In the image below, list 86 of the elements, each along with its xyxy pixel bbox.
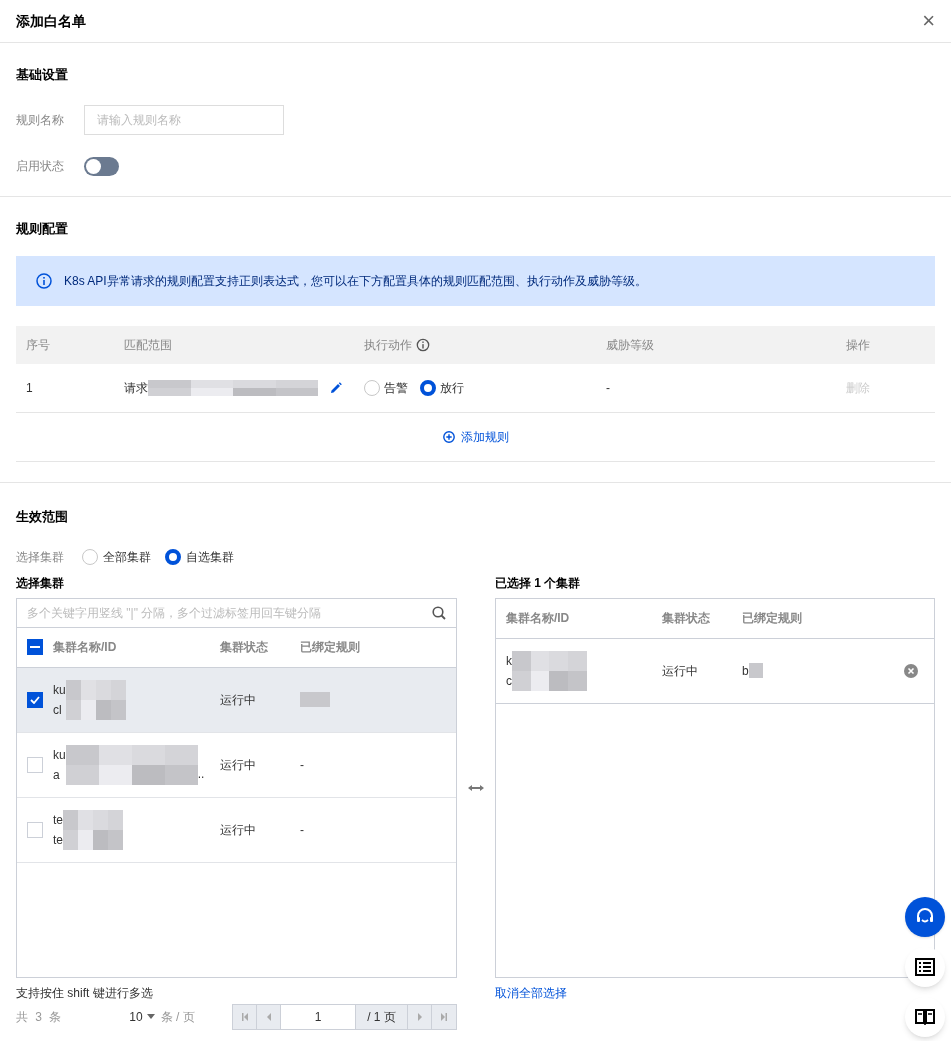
cluster-name: ku xyxy=(53,681,66,699)
radio[interactable] xyxy=(420,380,436,396)
redaction-drawing xyxy=(65,679,126,720)
column-header: 匹配范围 xyxy=(124,337,172,354)
table-row[interactable]: ku a .. 运行中 - xyxy=(17,732,456,798)
table-row[interactable]: ku cl 运行中 xyxy=(17,667,456,733)
table-cell-text: b xyxy=(741,662,749,680)
info-icon xyxy=(36,273,52,289)
toggle-switch[interactable] xyxy=(84,156,119,176)
page-input[interactable]: 1 xyxy=(281,1004,356,1029)
cluster-id: cl xyxy=(53,701,63,719)
list-button[interactable] xyxy=(905,947,945,987)
table-cell: - xyxy=(300,757,304,772)
add-icon[interactable] xyxy=(442,431,455,443)
table-row[interactable]: te te 运行中 - xyxy=(17,797,456,863)
clear-selection-link[interactable]: 取消全部选择 xyxy=(494,983,567,1002)
first-page-icon xyxy=(240,1012,249,1021)
redaction-drawing xyxy=(748,663,763,678)
table-cell: 运行中 xyxy=(220,692,256,707)
add-rule-button[interactable]: 添加规则 xyxy=(442,428,509,446)
book-icon xyxy=(915,1008,935,1026)
search-field[interactable]: 多个关键字用竖线 "|" 分隔，多个过滤标签用回车键分隔 xyxy=(27,598,432,627)
table-cell-text: .. xyxy=(197,765,205,783)
cluster-name: te xyxy=(53,811,63,829)
table-cell: 运行中 xyxy=(661,663,698,678)
remove-icon[interactable] xyxy=(904,663,918,678)
column-header: 集群状态 xyxy=(220,640,268,654)
info-icon[interactable] xyxy=(416,338,430,352)
page-total: / 1 页 xyxy=(356,1004,408,1029)
column-header: 操作 xyxy=(846,337,870,354)
table-cell-text: 请求 xyxy=(124,380,148,397)
check-icon xyxy=(30,695,40,704)
swap-icon xyxy=(467,784,484,791)
field-label: 选择集群 xyxy=(16,548,64,566)
total-count: 共 3 条 xyxy=(16,1008,65,1026)
column-header: 集群名称/ID xyxy=(53,640,117,654)
book-button[interactable] xyxy=(905,997,945,1037)
cluster-name: ku xyxy=(53,746,66,764)
table-cell: 运行中 xyxy=(220,757,256,772)
page-size-select[interactable]: 10 xyxy=(129,1007,155,1026)
caret-icon xyxy=(146,1014,155,1019)
cluster-id: c xyxy=(505,672,512,690)
column-header: 执行动作 xyxy=(364,337,412,354)
column-header: 集群状态 xyxy=(661,611,710,625)
radio-label: 自选集群 xyxy=(186,548,234,566)
column-header: 威胁等级 xyxy=(606,337,654,354)
search-icon[interactable] xyxy=(432,605,446,620)
cluster-id: a xyxy=(53,766,61,784)
dialog-title: 添加白名单 xyxy=(16,11,86,31)
panel-heading: 选择集群 xyxy=(16,574,65,592)
field-label: 规则名称 xyxy=(16,111,65,129)
radio-label: 全部集群 xyxy=(103,548,151,566)
per-page-label: 条 / 页 xyxy=(160,1008,196,1026)
redaction-drawing xyxy=(63,809,123,850)
checkbox[interactable] xyxy=(27,821,43,838)
cluster-name: k xyxy=(505,652,512,670)
checkbox[interactable] xyxy=(27,639,43,655)
close-button[interactable]: × xyxy=(922,10,935,32)
radio[interactable] xyxy=(165,548,181,565)
table-cell: 运行中 xyxy=(220,822,256,837)
column-header: 集群名称/ID xyxy=(505,611,570,625)
table-cell: - xyxy=(606,381,610,395)
table-cell: - xyxy=(300,822,304,837)
section-heading: 规则配置 xyxy=(16,219,69,238)
checkbox[interactable] xyxy=(27,691,43,708)
last-page-icon xyxy=(440,1012,448,1021)
column-header: 序号 xyxy=(26,337,50,354)
radio-label: 放行 xyxy=(440,380,464,397)
column-header: 已绑定规则 xyxy=(741,611,802,625)
next-page-icon xyxy=(415,1012,424,1021)
section-heading: 基础设置 xyxy=(16,66,69,84)
input-field[interactable]: 请输入规则名称 xyxy=(84,104,284,135)
support-button[interactable] xyxy=(905,897,945,937)
edit-icon[interactable] xyxy=(330,382,342,394)
column-header: 已绑定规则 xyxy=(300,640,360,654)
cluster-id: te xyxy=(53,831,63,849)
redaction-drawing xyxy=(300,692,330,707)
hint-text: 支持按住 shift 键进行多选 xyxy=(16,984,154,1002)
list-icon xyxy=(915,958,935,976)
section-heading: 生效范围 xyxy=(16,508,69,526)
table-cell: 1 xyxy=(26,381,33,395)
notice-text: K8s API异常请求的规则配置支持正则表达式，您可以在下方配置具体的规则匹配范围、执行动作及威胁等级。 xyxy=(64,273,647,290)
field-label: 启用状态 xyxy=(16,158,65,175)
radio-label: 告警 xyxy=(384,380,408,397)
panel-heading: 已选择 1 个集群 xyxy=(494,574,582,592)
checkbox[interactable] xyxy=(27,756,43,773)
